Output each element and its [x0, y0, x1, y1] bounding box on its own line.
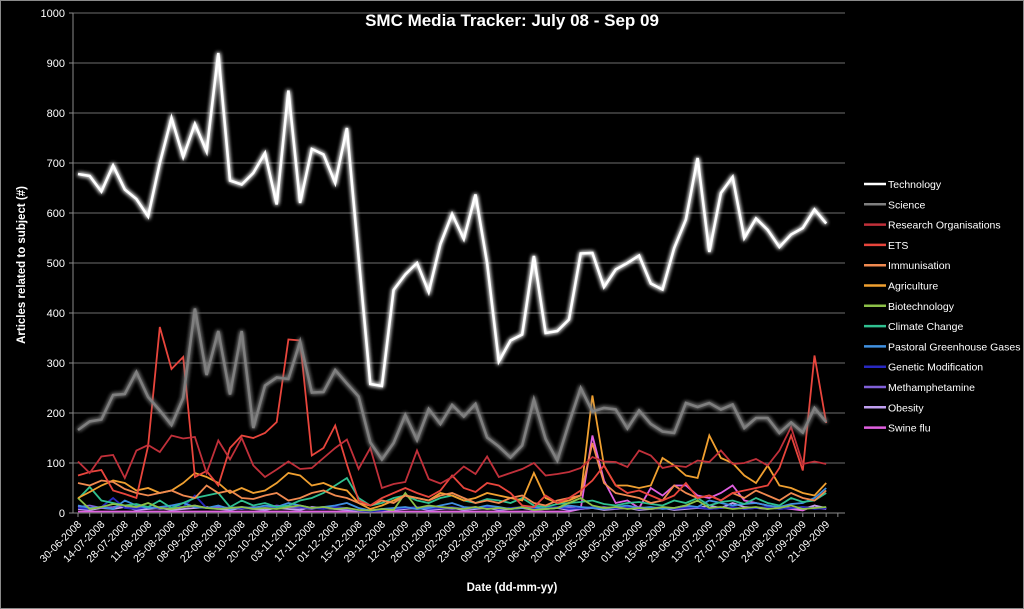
- legend-label: Technology: [888, 179, 942, 191]
- y-axis-ticks: 0 100 200 300 400 500 600 700 800 900 1000: [41, 8, 845, 520]
- y-tick-label: 300: [47, 358, 65, 370]
- chart-title: SMC Media Tracker: July 08 - Sep 09: [365, 11, 659, 30]
- y-tick-label: 500: [47, 258, 65, 270]
- legend-item-methamphetamine: Methamphetamine: [864, 382, 975, 394]
- x-axis-ticks: 30-06-200814-07-200828-07-200811-08-2008…: [38, 513, 839, 565]
- y-tick-label: 400: [47, 308, 65, 320]
- y-tick-label: 600: [47, 208, 65, 220]
- legend: Technology Science Research Organisations E…: [864, 179, 1021, 435]
- legend-label: Genetic Modification: [888, 362, 983, 374]
- x-axis-label: Date (dd-mm-yy): [467, 582, 558, 594]
- legend-label: Biotechnology: [888, 301, 955, 313]
- legend-item-biotechnology: Biotechnology: [864, 301, 955, 313]
- legend-item-agriculture: Agriculture: [864, 281, 938, 293]
- legend-item-technology: Technology: [864, 179, 942, 191]
- legend-item-pastoral-greenhouse-gases: Pastoral Greenhouse Gases: [864, 341, 1021, 353]
- gridlines: [73, 12, 845, 464]
- legend-item-genetic-modification: Genetic Modification: [864, 362, 983, 374]
- legend-label: Obesity: [888, 402, 924, 414]
- legend-label: Methamphetamine: [888, 382, 975, 394]
- legend-item-immunisation: Immunisation: [864, 260, 951, 272]
- y-tick-label: 700: [47, 158, 65, 170]
- legend-item-science: Science: [864, 199, 926, 211]
- series-lines: [77, 52, 828, 513]
- y-tick-label: 200: [47, 408, 65, 420]
- legend-item-obesity: Obesity: [864, 402, 924, 414]
- y-tick-label: 800: [47, 108, 65, 120]
- legend-label: Science: [888, 199, 926, 211]
- legend-label: Research Organisations: [888, 220, 1001, 232]
- legend-item-research-organisations: Research Organisations: [864, 220, 1001, 232]
- y-tick-label: 0: [59, 508, 65, 520]
- y-tick-label: 100: [47, 458, 65, 470]
- legend-item-climate-change: Climate Change: [864, 321, 963, 333]
- y-axis-label: Articles related to subject (#): [16, 186, 28, 344]
- legend-item-ets: ETS: [864, 240, 908, 252]
- legend-item-swine-flu: Swine flu: [864, 423, 931, 435]
- y-tick-label: 1000: [41, 8, 65, 20]
- legend-label: ETS: [888, 240, 908, 252]
- legend-label: Swine flu: [888, 423, 931, 435]
- legend-label: Pastoral Greenhouse Gases: [888, 341, 1021, 353]
- legend-label: Immunisation: [888, 260, 951, 272]
- legend-label: Climate Change: [888, 321, 963, 333]
- legend-label: Agriculture: [888, 281, 938, 293]
- line-chart: SMC Media Tracker: July 08 - Sep 09 0 100…: [16, 8, 1021, 594]
- y-tick-label: 900: [47, 58, 65, 70]
